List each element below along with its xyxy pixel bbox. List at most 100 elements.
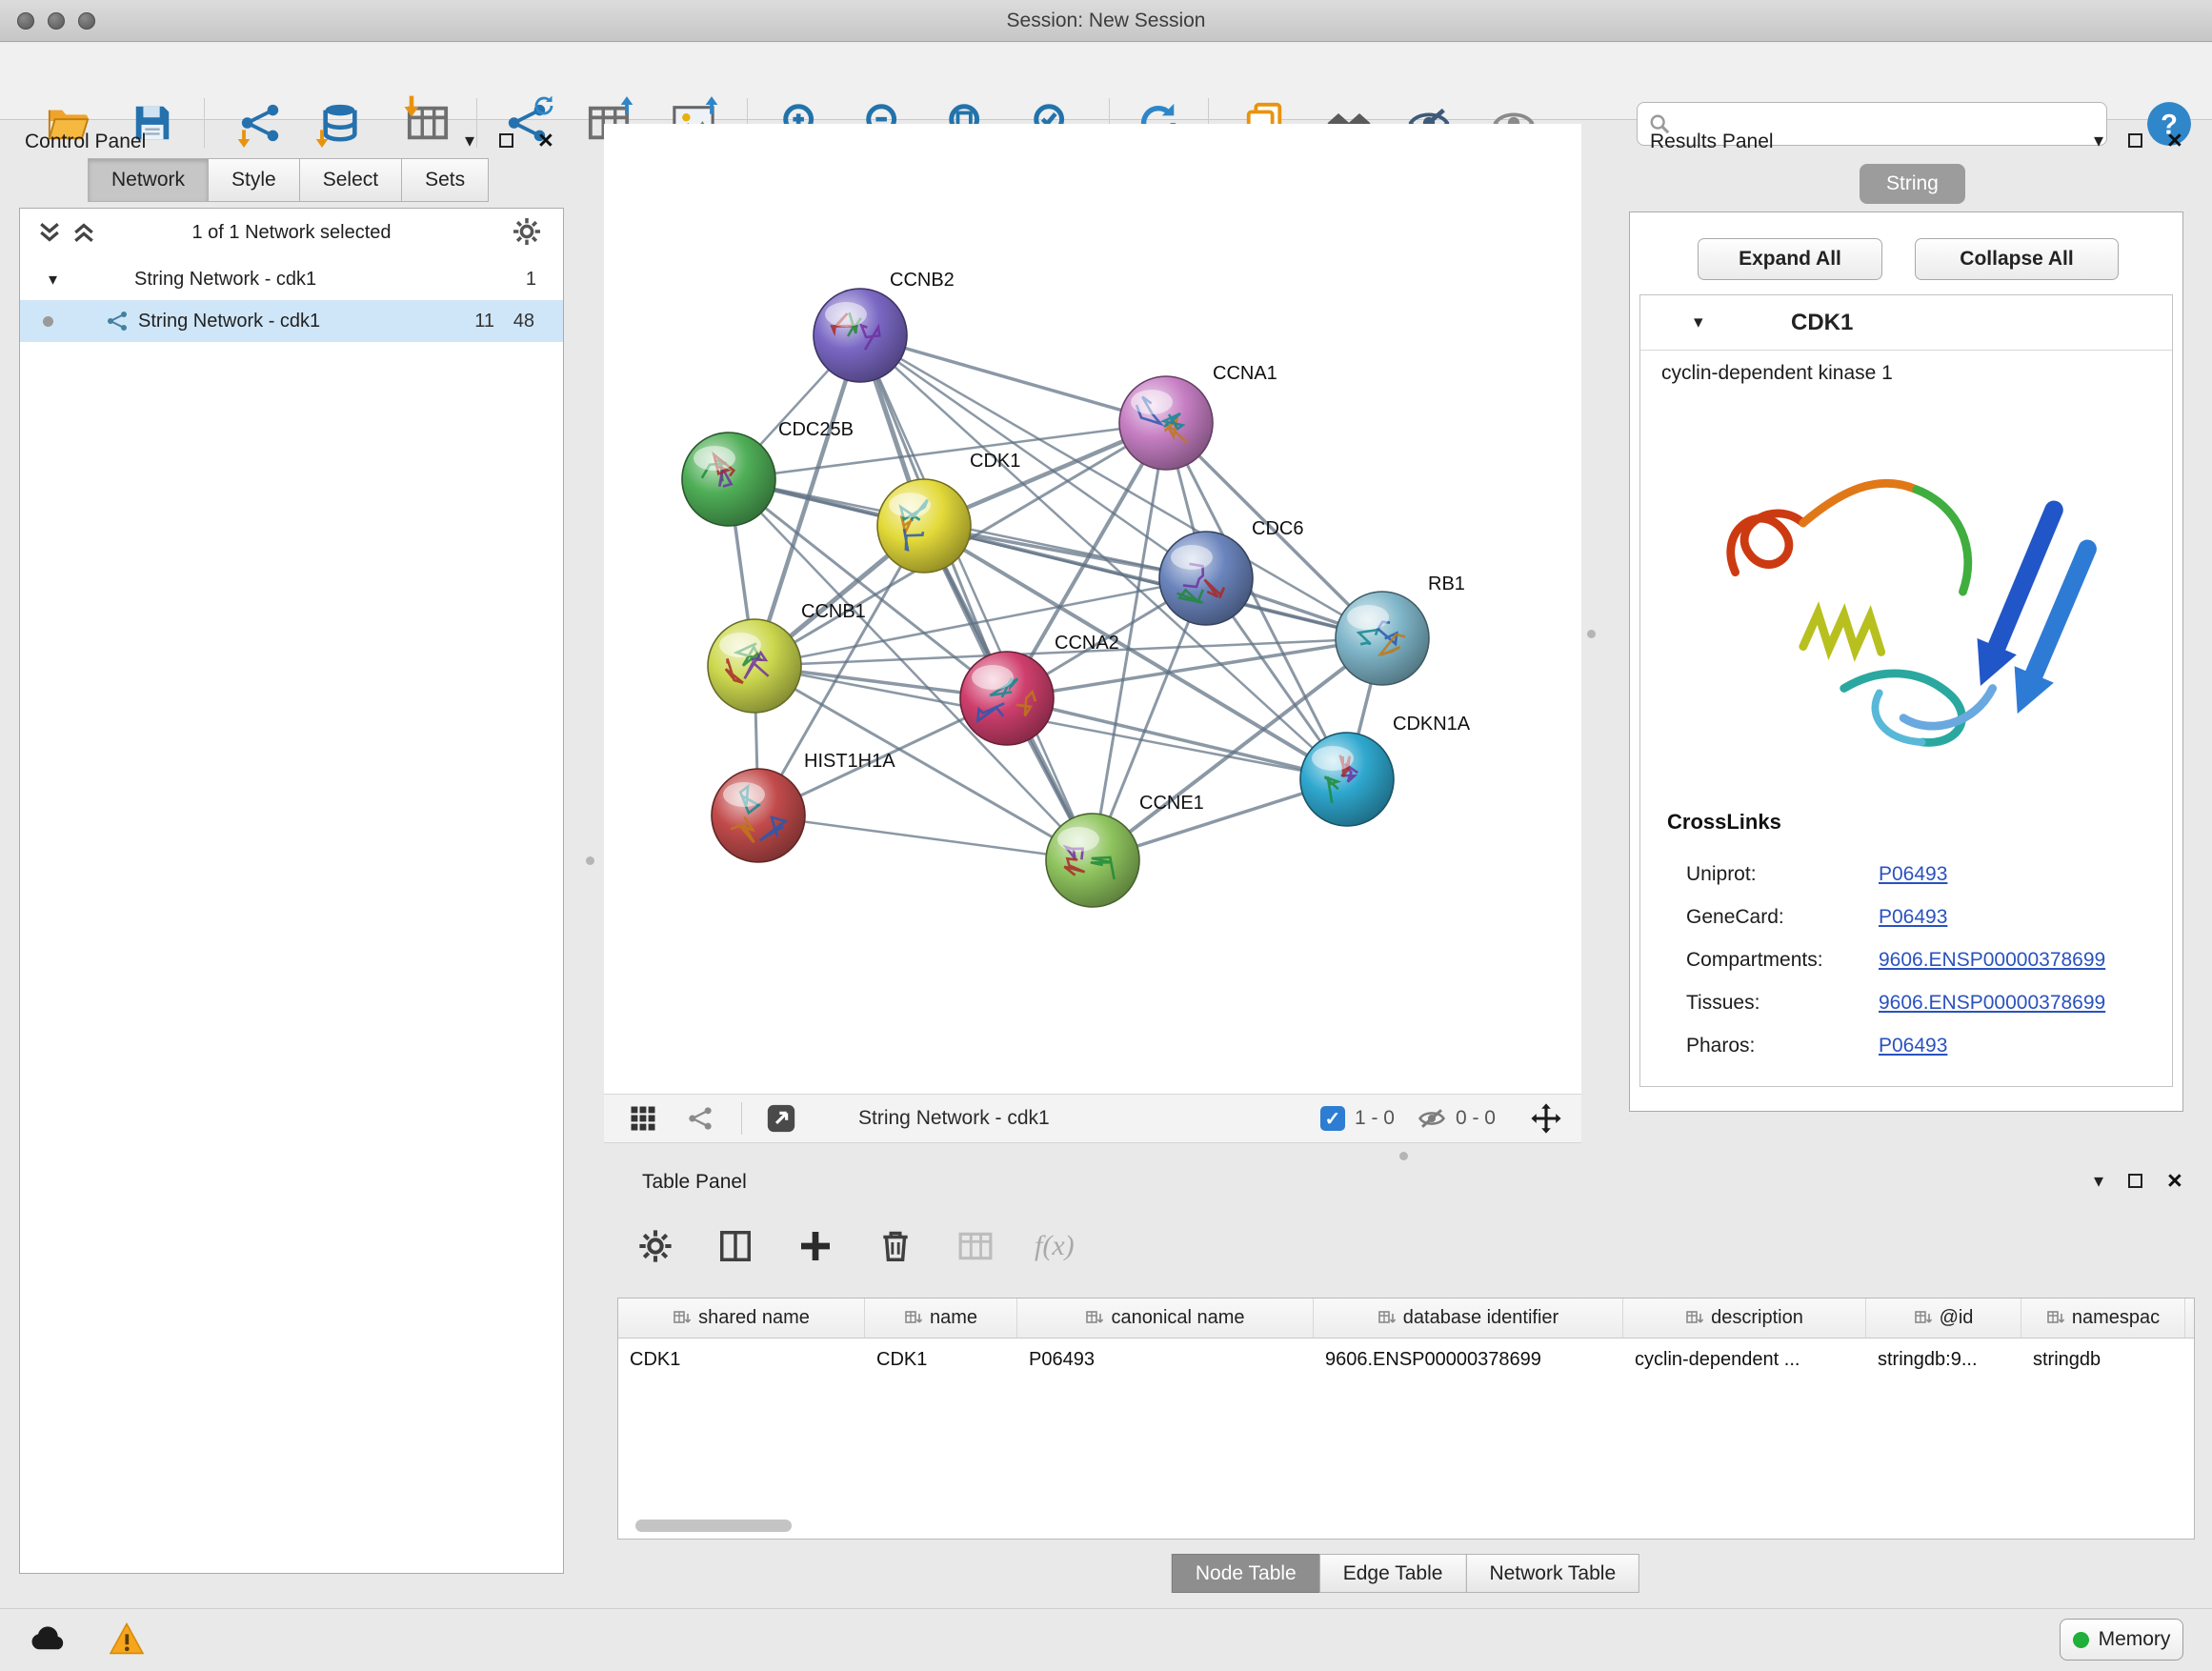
collapse-all-button[interactable]: Collapse All: [1915, 238, 2119, 280]
table-panel-title: Table Panel: [642, 1171, 747, 1194]
crosslink-link-compartments[interactable]: 9606.ENSP00000378699: [1879, 949, 2105, 972]
import-table-button[interactable]: [399, 94, 456, 151]
node-CCNA1[interactable]: [1119, 376, 1213, 470]
bottom-splitter-handle[interactable]: [1399, 1152, 1408, 1160]
tab-select[interactable]: Select: [299, 158, 402, 202]
network-canvas[interactable]: CCNB2CCNA1CDC25BCDK1CDC6RB1CCNB1CCNA2CDK…: [604, 124, 1581, 1094]
column-header-canonical-name[interactable]: canonical name: [1017, 1299, 1314, 1338]
table-cell[interactable]: stringdb: [2021, 1339, 2185, 1380]
clear-table-button[interactable]: [955, 1225, 996, 1267]
node-HIST1H1A[interactable]: [712, 769, 805, 862]
tab-style[interactable]: Style: [208, 158, 300, 202]
tab-network[interactable]: Network: [88, 158, 209, 202]
node-label-HIST1H1A: HIST1H1A: [804, 751, 895, 772]
hidden-eye-slash-icon[interactable]: [1416, 1102, 1448, 1135]
node-CCNE1[interactable]: [1046, 814, 1139, 907]
column-header-name[interactable]: name: [865, 1299, 1017, 1338]
node-CDC25B[interactable]: [682, 433, 775, 526]
node-CCNB1[interactable]: [708, 619, 801, 713]
column-header-shared-name[interactable]: shared name: [618, 1299, 865, 1338]
crosslink-link-pharos[interactable]: P06493: [1879, 1035, 1947, 1057]
collapse-section-chevron-icon[interactable]: ▾: [1694, 312, 1703, 333]
import-network-database-button[interactable]: [312, 94, 369, 151]
crosslink-link-genecard[interactable]: P06493: [1879, 906, 1947, 929]
edge-HIST1H1A-CCNE1[interactable]: [758, 815, 1093, 860]
edge-CDK1-RB1[interactable]: [924, 526, 1382, 638]
cloud-icon[interactable]: [27, 1617, 70, 1661]
tab-edge-table[interactable]: Edge Table: [1319, 1554, 1467, 1593]
results-panel-controls: ▾ ×: [2094, 128, 2182, 153]
close-panel-icon[interactable]: ×: [2167, 128, 2182, 153]
node-CDK1[interactable]: [877, 479, 971, 573]
float-panel-icon[interactable]: [2128, 1174, 2142, 1188]
crosslink-link-uniprot[interactable]: P06493: [1879, 863, 1947, 886]
node-RB1[interactable]: [1336, 592, 1429, 685]
table-cell[interactable]: CDK1: [865, 1339, 1017, 1380]
column-header-namespac[interactable]: namespac: [2021, 1299, 2185, 1338]
scrollbar-thumb[interactable]: [635, 1520, 792, 1532]
crosslink-label: GeneCard:: [1686, 906, 1784, 929]
table-cell[interactable]: CDK1: [618, 1339, 865, 1380]
crosslink-link-tissues[interactable]: 9606.ENSP00000378699: [1879, 992, 2105, 1015]
export-network-icon[interactable]: [765, 1102, 797, 1135]
tab-node-table[interactable]: Node Table: [1172, 1554, 1320, 1593]
float-panel-icon[interactable]: [2128, 133, 2142, 148]
import-network-file-button[interactable]: [231, 94, 289, 151]
table-row[interactable]: CDK1CDK1P064939606.ENSP00000378699cyclin…: [618, 1339, 2194, 1380]
network-collection-row[interactable]: ▾ String Network - cdk1 1: [20, 258, 563, 300]
network-options-gear-icon[interactable]: [512, 216, 542, 247]
show-columns-button[interactable]: [714, 1225, 756, 1267]
collapse-panel-chevron-icon[interactable]: ▾: [2094, 131, 2103, 151]
edge-CCNB2-CCNA1[interactable]: [860, 335, 1166, 423]
network-row-selected[interactable]: String Network - cdk1 11 48: [20, 300, 563, 342]
float-panel-icon[interactable]: [499, 133, 513, 148]
minimize-window-icon[interactable]: [48, 12, 65, 30]
close-window-icon[interactable]: [17, 12, 34, 30]
column-settings-gear-button[interactable]: [634, 1225, 676, 1267]
hidden-node-edge-counts: 0 - 0: [1456, 1107, 1496, 1130]
column-header-database-identifier[interactable]: database identifier: [1314, 1299, 1623, 1338]
tree-expander-icon[interactable]: ▾: [49, 270, 57, 290]
node-count: 11: [474, 311, 494, 332]
column-header-description[interactable]: description: [1623, 1299, 1866, 1338]
birdseye-view-icon[interactable]: [627, 1102, 659, 1135]
node-CDKN1A[interactable]: [1300, 733, 1394, 826]
network-selected-status: 1 of 1 Network selected: [20, 222, 563, 244]
function-builder-button[interactable]: f(x): [1035, 1230, 1075, 1262]
window-title: Session: New Session: [1007, 10, 1206, 32]
collapse-panel-chevron-icon[interactable]: ▾: [2094, 1172, 2103, 1191]
tab-string[interactable]: String: [1860, 164, 1965, 204]
close-panel-icon[interactable]: ×: [2167, 1168, 2182, 1194]
node-CCNA2[interactable]: [960, 652, 1054, 745]
tab-sets[interactable]: Sets: [401, 158, 489, 202]
table-cell[interactable]: cyclin-dependent ...: [1623, 1339, 1866, 1380]
left-splitter-handle[interactable]: [586, 856, 594, 865]
warning-icon[interactable]: [105, 1617, 149, 1661]
gene-card-header[interactable]: ▾ CDK1: [1640, 295, 2172, 351]
tab-network-table[interactable]: Network Table: [1465, 1554, 1639, 1593]
node-CCNB2[interactable]: [814, 289, 907, 382]
network-view-toolbar: String Network - cdk1 ✓ 1 - 0 0 - 0: [604, 1094, 1581, 1143]
table-cell[interactable]: 9606.ENSP00000378699: [1314, 1339, 1623, 1380]
expand-all-button[interactable]: Expand All: [1698, 238, 1882, 280]
table-cell[interactable]: stringdb:9...: [1866, 1339, 2021, 1380]
memory-button[interactable]: Memory: [2060, 1619, 2183, 1661]
selected-checkbox-icon[interactable]: ✓: [1320, 1106, 1345, 1131]
network-share-icon[interactable]: [684, 1102, 716, 1135]
table-cell[interactable]: P06493: [1017, 1339, 1314, 1380]
add-column-button[interactable]: [794, 1225, 836, 1267]
right-splitter-handle[interactable]: [1587, 630, 1596, 638]
table-horizontal-scrollbar[interactable]: [618, 1520, 2194, 1533]
close-panel-icon[interactable]: ×: [538, 128, 553, 153]
network-label: String Network - cdk1: [138, 311, 320, 332]
node-label-CCNB1: CCNB1: [801, 601, 866, 622]
edge-CCNA2-CDKN1A[interactable]: [1007, 698, 1347, 779]
edge-CCNB2-CCNE1[interactable]: [860, 335, 1093, 860]
delete-column-button[interactable]: [875, 1225, 916, 1267]
column-header-id[interactable]: @id: [1866, 1299, 2021, 1338]
collapse-panel-chevron-icon[interactable]: ▾: [465, 131, 474, 151]
pan-move-icon[interactable]: [1530, 1102, 1562, 1135]
window-controls: [17, 0, 95, 42]
zoom-window-icon[interactable]: [78, 12, 95, 30]
node-CDC6[interactable]: [1159, 532, 1253, 625]
